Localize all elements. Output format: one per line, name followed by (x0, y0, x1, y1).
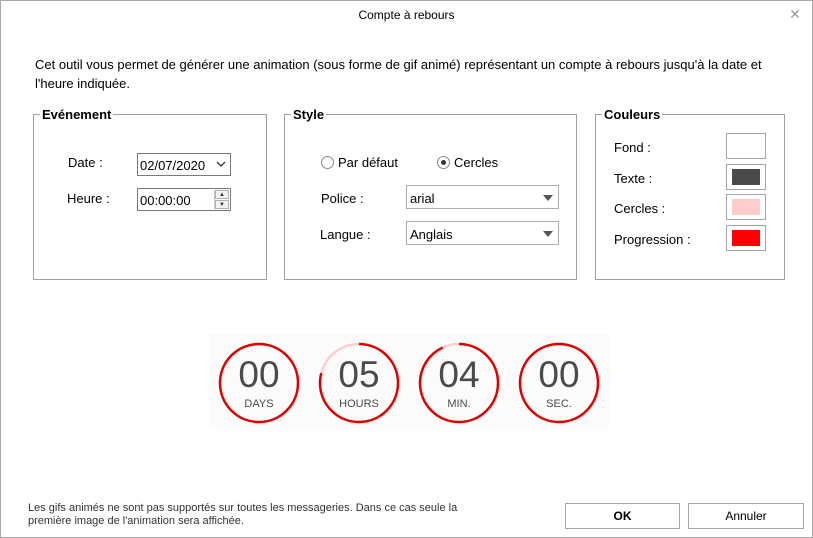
color-bg-fill (732, 138, 760, 154)
hours-value: 05 (338, 354, 380, 395)
close-icon[interactable]: ✕ (788, 7, 802, 21)
ok-button[interactable]: OK (565, 503, 680, 529)
dropdown-arrow-icon (543, 195, 553, 201)
date-picker[interactable]: 02/07/2020 (137, 153, 231, 176)
color-circles-label: Cercles : (614, 201, 666, 216)
time-label: Heure : (67, 191, 110, 206)
window-title: Compte à rebours (358, 8, 455, 22)
color-text-fill (732, 169, 760, 185)
spin-down-icon[interactable]: ▼ (215, 200, 229, 209)
footnote-text: Les gifs animés ne sont pas supportés su… (28, 502, 458, 527)
lang-select[interactable]: Anglais (406, 221, 559, 245)
minutes-unit: MIN. (447, 398, 471, 410)
seconds-value: 00 (538, 354, 580, 395)
style-legend: Style (291, 107, 327, 122)
color-text-swatch[interactable] (726, 164, 766, 190)
intro-text: Cet outil vous permet de générer une ani… (35, 57, 762, 91)
colors-legend: Couleurs (602, 107, 663, 122)
style-group: Style Par défaut Cercles Police : arial … (284, 107, 577, 280)
color-progress-swatch[interactable] (726, 225, 766, 251)
font-value: arial (410, 191, 435, 206)
color-text-label: Texte : (614, 171, 653, 186)
colors-group: Couleurs Fond : Texte : Cercles : Progre… (595, 107, 785, 280)
event-legend: Evénement (40, 107, 114, 122)
days-unit: DAYS (244, 398, 274, 410)
date-value: 02/07/2020 (140, 158, 206, 173)
radio-circles-label: Cercles (454, 155, 499, 170)
seconds-unit: SEC. (546, 398, 572, 410)
color-progress-fill (732, 230, 760, 246)
radio-default[interactable]: Par défaut (321, 155, 411, 171)
radio-circles[interactable]: Cercles (437, 155, 507, 171)
spinner-buttons: ▲ ▼ (214, 190, 229, 209)
font-select[interactable]: arial (406, 185, 559, 209)
color-progress-label: Progression : (614, 232, 691, 247)
lang-value: Anglais (410, 227, 453, 242)
radio-circles-circle (437, 156, 450, 169)
countdown-hours: 05 HOURS (318, 342, 400, 424)
time-spinner[interactable]: 00:00:00 ▲ ▼ (137, 188, 231, 211)
time-value: 00:00:00 (140, 193, 191, 208)
font-label: Police : (321, 191, 364, 206)
hours-unit: HOURS (339, 398, 379, 410)
lang-label: Langue : (320, 227, 371, 242)
date-label: Date : (68, 155, 103, 170)
countdown-days: 00 DAYS (218, 342, 300, 424)
radio-default-circle (321, 156, 334, 169)
minutes-value: 04 (438, 354, 480, 395)
countdown-dialog: Compte à rebours ✕ Cet outil vous permet… (0, 0, 813, 538)
radio-default-label: Par défaut (338, 155, 398, 170)
countdown-minutes: 04 MIN. (418, 342, 500, 424)
countdown-seconds: 00 SEC. (518, 342, 600, 424)
event-group: Evénement Date : 02/07/2020 Heure : 00:0… (33, 107, 267, 280)
color-circles-swatch[interactable] (726, 194, 766, 220)
countdown-preview: 00 DAYS 05 HOURS 04 MIN. 00 SEC. (209, 334, 609, 429)
days-value: 00 (238, 354, 280, 395)
color-bg-label: Fond : (614, 140, 651, 155)
cancel-button[interactable]: Annuler (688, 503, 804, 529)
color-circles-fill (732, 199, 760, 215)
title-bar: Compte à rebours ✕ (1, 1, 812, 31)
dropdown-arrow-icon (543, 231, 553, 237)
spin-up-icon[interactable]: ▲ (215, 190, 229, 199)
chevron-down-icon (216, 161, 226, 167)
color-bg-swatch[interactable] (726, 133, 766, 159)
